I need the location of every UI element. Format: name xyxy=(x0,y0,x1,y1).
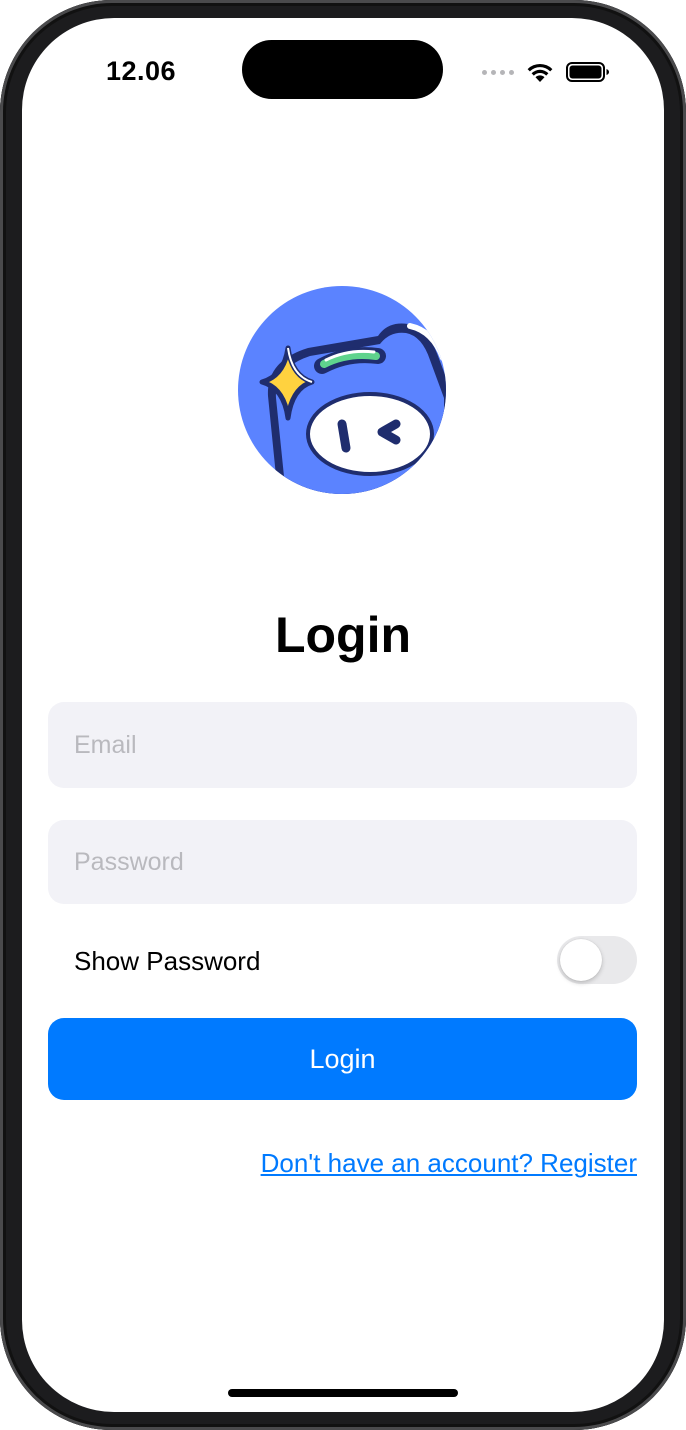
toggle-knob xyxy=(560,939,602,981)
email-field[interactable] xyxy=(48,702,637,788)
login-button[interactable]: Login xyxy=(48,1018,637,1100)
page-title: Login xyxy=(274,607,412,663)
screen: 12.06 Login Email Show Password Login Do… xyxy=(22,18,664,1412)
wifi-icon xyxy=(527,63,553,82)
register-link[interactable]: Don't have an account? Register xyxy=(261,1148,637,1179)
show-password-row: Show Password xyxy=(48,930,637,992)
phone-frame: 12.06 Login Email Show Password Login Do… xyxy=(0,0,686,1430)
mascot-logo-icon xyxy=(238,286,446,494)
status-time: 12.06 xyxy=(106,56,177,86)
battery-icon xyxy=(566,62,609,82)
show-password-toggle[interactable] xyxy=(557,936,637,984)
show-password-label: Show Password xyxy=(74,946,261,976)
status-icons xyxy=(482,60,610,84)
password-field[interactable] xyxy=(48,820,637,904)
cellular-signal-icon xyxy=(482,69,514,75)
dynamic-island xyxy=(242,40,443,99)
home-indicator[interactable] xyxy=(228,1389,458,1397)
